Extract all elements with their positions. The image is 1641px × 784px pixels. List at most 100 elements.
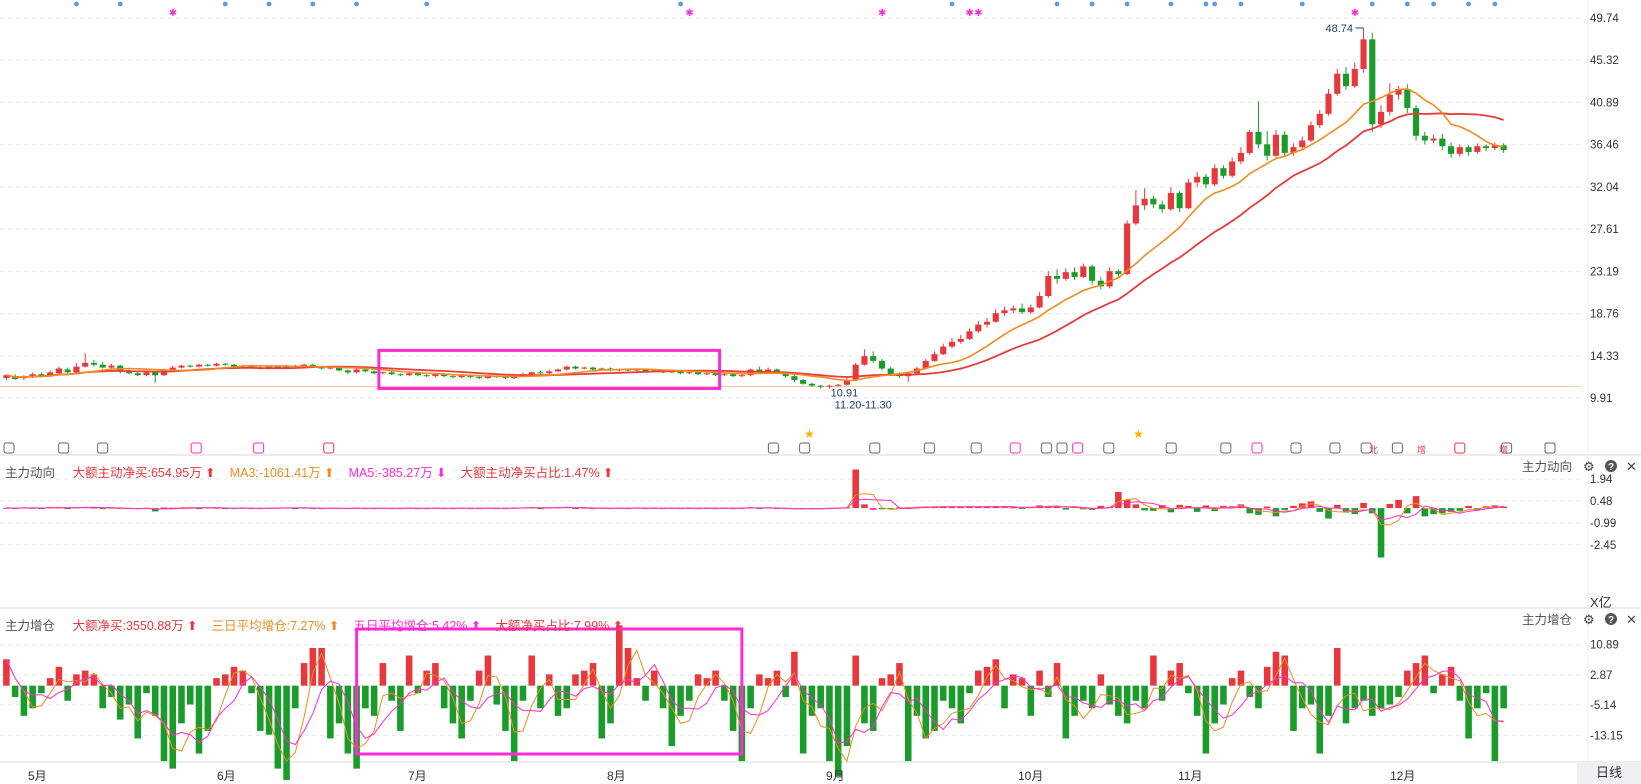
event-dot[interactable] — [1212, 1, 1218, 7]
bottom-bar[interactable] — [1447, 666, 1455, 686]
bottom-bar[interactable] — [598, 685, 606, 739]
stock-chart-canvas[interactable]: 49.74 45.32 40.89 36.46 32.04 27.61 23.19 18.76… — [0, 0, 1641, 784]
candle-body[interactable] — [1132, 205, 1139, 224]
bottom-bar[interactable] — [475, 670, 483, 686]
candle-body[interactable] — [554, 369, 562, 372]
candle-body[interactable] — [835, 384, 842, 386]
candle-body[interactable] — [1202, 176, 1209, 185]
candle-body[interactable] — [1246, 131, 1253, 153]
bottom-bar[interactable] — [467, 685, 474, 701]
bottom-bar[interactable] — [1080, 685, 1087, 701]
bottom-bar[interactable] — [1228, 678, 1236, 686]
bottom-bar[interactable] — [230, 666, 238, 686]
bottom-bar[interactable] — [134, 685, 141, 739]
bottom-bar[interactable] — [1500, 685, 1507, 709]
event-dot[interactable] — [266, 1, 272, 7]
candle-body[interactable] — [686, 372, 693, 374]
mid-bar[interactable] — [1132, 504, 1140, 509]
event-dot[interactable] — [949, 1, 955, 7]
candle-body[interactable] — [362, 369, 369, 372]
candle-body[interactable] — [1272, 134, 1280, 156]
event-badge[interactable] — [97, 442, 109, 454]
bottom-bar[interactable] — [580, 670, 588, 686]
candle-body[interactable] — [187, 365, 194, 367]
bottom-bar[interactable] — [1281, 655, 1289, 686]
candle-body[interactable] — [1465, 147, 1472, 152]
candle-body[interactable] — [572, 366, 579, 369]
candle-body[interactable] — [1307, 125, 1315, 141]
event-badge[interactable] — [923, 442, 935, 454]
candle-body[interactable] — [695, 372, 702, 375]
candle-body[interactable] — [1106, 271, 1113, 287]
event-dot[interactable] — [1238, 1, 1244, 7]
candle-body[interactable] — [1351, 68, 1358, 87]
event-dot[interactable] — [1089, 1, 1095, 7]
bottom-bar[interactable] — [528, 655, 536, 686]
bottom-bar[interactable] — [1430, 685, 1437, 694]
candle-body[interactable] — [204, 364, 211, 366]
bottom-bar[interactable] — [1185, 685, 1192, 694]
bottom-bar[interactable] — [1027, 685, 1035, 716]
candle-body[interactable] — [1115, 271, 1122, 275]
bottom-bar[interactable] — [1211, 685, 1218, 724]
event-dot[interactable] — [222, 1, 228, 7]
candle-body[interactable] — [1185, 182, 1192, 209]
mid-bar[interactable] — [1395, 499, 1402, 509]
bottom-bar[interactable] — [1342, 685, 1350, 724]
event-dot[interactable] — [1492, 1, 1498, 7]
event-badge[interactable] — [1391, 442, 1403, 454]
candle-body[interactable] — [1483, 146, 1490, 149]
bottom-bar[interactable] — [939, 685, 947, 701]
bottom-bar[interactable] — [1220, 685, 1227, 705]
bottom-bar[interactable] — [843, 685, 851, 746]
event-badge[interactable] — [799, 442, 811, 454]
bottom-bar[interactable] — [1298, 685, 1306, 709]
bottom-bar[interactable] — [274, 685, 282, 769]
candle-body[interactable] — [143, 372, 150, 376]
bottom-bar[interactable] — [248, 685, 255, 694]
candle-body[interactable] — [108, 365, 115, 368]
bottom-bar[interactable] — [799, 685, 807, 754]
event-dot[interactable] — [1168, 1, 1174, 7]
candle-body[interactable] — [134, 373, 141, 376]
candle-body[interactable] — [992, 313, 999, 322]
bottom-bar[interactable] — [782, 685, 789, 697]
candle-body[interactable] — [55, 368, 62, 374]
bottom-bar[interactable] — [896, 663, 903, 686]
event-badge[interactable] — [1072, 442, 1084, 454]
bottom-bar[interactable] — [913, 685, 921, 716]
bottom-bar[interactable] — [11, 685, 19, 697]
event-dot[interactable] — [678, 1, 683, 7]
mid-bar[interactable] — [1377, 508, 1385, 558]
bottom-bar[interactable] — [1491, 685, 1499, 762]
bottom-bar[interactable] — [1482, 685, 1490, 694]
candle-body[interactable] — [1439, 138, 1446, 147]
event-badge[interactable] — [190, 442, 202, 454]
candle-body[interactable] — [1018, 308, 1026, 313]
candle-body[interactable] — [195, 364, 203, 367]
candle-body[interactable] — [563, 366, 570, 370]
bottom-bar[interactable] — [1456, 685, 1464, 701]
event-dot[interactable] — [1431, 1, 1436, 7]
candle-body[interactable] — [712, 373, 719, 376]
candle-body[interactable] — [546, 371, 553, 374]
event-dot[interactable] — [1124, 1, 1130, 7]
candle-body[interactable] — [344, 370, 351, 373]
candle-body[interactable] — [800, 379, 807, 384]
candle-body[interactable] — [878, 360, 886, 369]
event-badge[interactable] — [1544, 442, 1556, 454]
bottom-bar[interactable] — [694, 674, 702, 686]
event-badge[interactable] — [1103, 442, 1115, 454]
event-dot[interactable] — [310, 1, 316, 7]
candle-body[interactable] — [1369, 39, 1376, 125]
event-badge[interactable] — [253, 442, 265, 454]
candle-body[interactable] — [1448, 146, 1455, 154]
bottom-bar[interactable] — [1071, 685, 1078, 716]
candle-body[interactable] — [1386, 94, 1393, 112]
bottom-bar[interactable] — [379, 663, 387, 686]
candle-body[interactable] — [826, 385, 833, 387]
event-dot[interactable] — [1203, 1, 1209, 7]
candle-body[interactable] — [178, 365, 185, 368]
candle-body[interactable] — [1124, 223, 1131, 275]
bottom-bar[interactable] — [1325, 685, 1332, 716]
